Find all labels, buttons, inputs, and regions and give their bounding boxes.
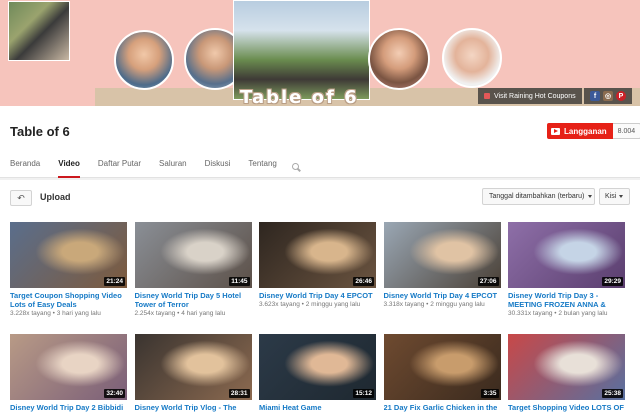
video-duration: 11:45: [229, 277, 250, 286]
video-title[interactable]: 21 Day Fix Garlic Chicken in the: [384, 403, 501, 412]
video-thumbnail[interactable]: 3:35: [383, 334, 501, 400]
video-views: 3.318x tayang: [383, 301, 425, 308]
video-duration: 26:46: [353, 277, 374, 286]
tab-saluran[interactable]: Saluran: [159, 156, 187, 178]
video-title[interactable]: Disney World Trip Day 5 Hotel Tower of T…: [135, 291, 252, 309]
channel-avatar[interactable]: [8, 1, 70, 61]
youtube-play-icon: [551, 127, 560, 135]
subscribe-label: Langganan: [564, 126, 607, 136]
video-duration: 32:40: [104, 389, 125, 398]
social-links: f ◎ P: [584, 88, 632, 104]
video-views: 2.254x tayang: [134, 310, 176, 317]
video-thumbnail[interactable]: 15:12: [259, 334, 376, 400]
video-views: 3.623x tayang: [259, 301, 300, 308]
video-card[interactable]: 28:31 Disney World Trip Vlog - The: [134, 334, 252, 412]
video-title[interactable]: Disney World Trip Day 3 - MEETING FROZEN…: [508, 291, 625, 309]
video-title[interactable]: Disney World Trip Vlog - The: [135, 403, 252, 412]
banner-family-photo: [233, 0, 370, 100]
video-title[interactable]: Target Coupon Shopping Video Lots of Eas…: [10, 291, 127, 309]
subscribe-button[interactable]: Langganan: [547, 123, 613, 139]
banner-website-link[interactable]: Visit Raining Hot Coupons: [478, 88, 582, 104]
video-title[interactable]: Miami Heat Game: [259, 403, 376, 412]
tab-daftar-putar[interactable]: Daftar Putar: [98, 156, 141, 178]
video-card[interactable]: 11:45 Disney World Trip Day 5 Hotel Tower…: [134, 222, 252, 317]
video-views: 3.228x tayang: [10, 310, 51, 317]
video-title[interactable]: Target Shopping Video LOTS OF: [508, 403, 625, 412]
video-thumbnail[interactable]: 21:24: [10, 222, 127, 288]
video-age: 3 hari yang lalu: [56, 310, 101, 317]
uploads-section: ↶ Upload Tanggal ditambahkan (terbaru) K…: [0, 180, 640, 415]
tag-icon: [484, 93, 490, 99]
video-age: 2 minggu yang lalu: [430, 301, 485, 308]
banner-link-label: Visit Raining Hot Coupons: [494, 92, 576, 100]
video-thumbnail[interactable]: 32:40: [10, 334, 127, 400]
banner-title: Table of 6: [240, 87, 359, 106]
video-meta: 30.331x tayang • 2 bulan yang lalu: [508, 310, 625, 317]
subscriber-count: 8.004: [612, 123, 640, 139]
video-duration: 27:06: [477, 277, 499, 286]
video-title[interactable]: Disney World Trip Day 2 Bibbidi: [10, 403, 127, 412]
video-card[interactable]: 26:46 Disney World Trip Day 4 EPCOT 3.623x…: [259, 222, 376, 308]
video-duration: 25:38: [602, 389, 623, 398]
caret-down-icon: [619, 195, 624, 198]
page-root: Table of 6 Visit Raining Hot Coupons f ◎…: [0, 0, 640, 415]
video-title[interactable]: Disney World Trip Day 4 EPCOT: [259, 291, 376, 300]
pinterest-icon[interactable]: P: [616, 91, 626, 101]
banner-photo-circle: [442, 28, 502, 88]
video-card[interactable]: 32:40 Disney World Trip Day 2 Bibbidi: [10, 334, 127, 412]
tab-diskusi[interactable]: Diskusi: [205, 156, 231, 178]
facebook-icon[interactable]: f: [590, 91, 600, 101]
video-duration: 3:35: [481, 389, 499, 398]
section-title: Upload: [40, 192, 71, 202]
tab-beranda[interactable]: Beranda: [10, 156, 40, 178]
video-card[interactable]: 29:29 Disney World Trip Day 3 - MEETING F…: [508, 222, 625, 317]
video-views: 30.331x tayang: [508, 310, 553, 317]
video-meta: 3.318x tayang • 2 minggu yang lalu: [384, 301, 501, 308]
video-age: 2 bulan yang lalu: [558, 310, 608, 317]
banner-photo-circle: [368, 28, 430, 90]
channel-tabs: Beranda Video Daftar Putar Saluran Disku…: [0, 156, 301, 178]
video-thumbnail[interactable]: 25:38: [508, 334, 625, 400]
back-arrow-icon[interactable]: ↶: [10, 190, 32, 206]
view-dropdown[interactable]: Kisi: [599, 188, 630, 205]
subscribe-control: Langganan 8.004: [547, 123, 640, 139]
tab-tentang[interactable]: Tentang: [248, 156, 276, 178]
video-age: 2 minggu yang lalu: [305, 301, 361, 308]
video-duration: 15:12: [353, 389, 374, 398]
video-duration: 28:31: [228, 389, 250, 398]
video-title[interactable]: Disney World Trip Day 4 EPCOT: [384, 291, 501, 300]
video-thumbnail[interactable]: 29:29: [508, 222, 625, 288]
tab-video[interactable]: Video: [58, 156, 80, 178]
video-age: 4 hari yang lalu: [181, 310, 226, 317]
caret-down-icon: [588, 195, 593, 198]
channel-banner: Table of 6 Visit Raining Hot Coupons f ◎…: [0, 0, 640, 106]
video-meta: 3.623x tayang • 2 minggu yang lalu: [259, 301, 376, 308]
channel-header: Table of 6 Langganan 8.004 Beranda Video…: [0, 106, 640, 178]
video-card[interactable]: 25:38 Target Shopping Video LOTS OF: [508, 334, 625, 412]
sort-label: Tanggal ditambahkan (terbaru): [489, 193, 585, 200]
video-meta: 3.228x tayang • 3 hari yang lalu: [10, 310, 127, 317]
video-duration: 29:29: [602, 277, 623, 286]
video-thumbnail[interactable]: 27:06: [383, 222, 501, 288]
video-card[interactable]: 27:06 Disney World Trip Day 4 EPCOT 3.318x…: [383, 222, 501, 308]
video-meta: 2.254x tayang • 4 hari yang lalu: [135, 310, 252, 317]
view-label: Kisi: [605, 193, 617, 200]
video-thumbnail[interactable]: 26:46: [259, 222, 376, 288]
banner-photo-circle: [114, 30, 174, 90]
video-duration: 21:24: [104, 277, 125, 286]
video-card[interactable]: 15:12 Miami Heat Game: [259, 334, 376, 412]
search-icon[interactable]: [291, 162, 301, 172]
video-card[interactable]: 3:35 21 Day Fix Garlic Chicken in the: [383, 334, 501, 412]
instagram-icon[interactable]: ◎: [603, 91, 613, 101]
video-thumbnail[interactable]: 28:31: [134, 334, 252, 400]
channel-name[interactable]: Table of 6: [10, 124, 70, 139]
sort-dropdown[interactable]: Tanggal ditambahkan (terbaru): [482, 188, 595, 205]
video-thumbnail[interactable]: 11:45: [134, 222, 252, 288]
video-card[interactable]: 21:24 Target Coupon Shopping Video Lots o…: [10, 222, 127, 317]
